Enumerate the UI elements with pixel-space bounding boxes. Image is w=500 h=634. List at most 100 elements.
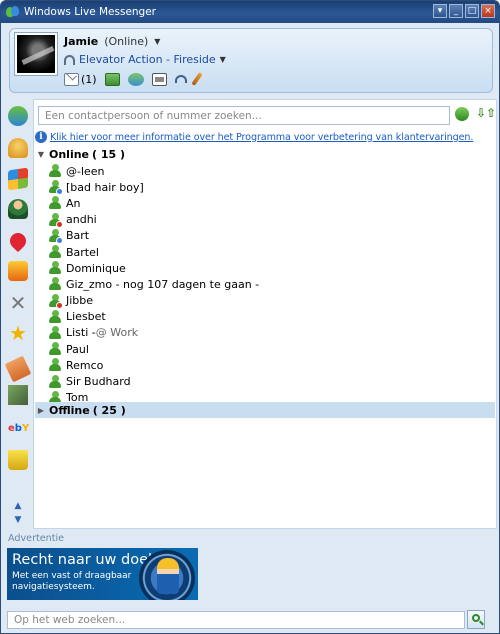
buddy-status-icon bbox=[48, 358, 62, 372]
contact-name: Jibbe bbox=[66, 294, 94, 308]
ad-label: Advertentie bbox=[8, 533, 65, 544]
buddy-status-icon bbox=[48, 180, 63, 196]
online-status: (Online) bbox=[104, 35, 149, 48]
buddy-status-icon bbox=[48, 342, 62, 356]
contact-row[interactable]: Liesbet bbox=[34, 309, 494, 325]
contact-name: Bartel bbox=[66, 245, 99, 259]
phone-icon[interactable] bbox=[174, 75, 187, 83]
contact-row[interactable]: Bartel bbox=[34, 244, 494, 260]
ad-headline: Recht naar uw doel. bbox=[12, 552, 157, 568]
personal-message[interactable]: Elevator Action - Fireside ▼ bbox=[64, 53, 226, 66]
info-icon: i bbox=[35, 131, 47, 143]
group-count: ( 25 ) bbox=[92, 403, 126, 417]
alerts-bell-icon[interactable] bbox=[8, 138, 28, 158]
ebay-icon[interactable]: ebY bbox=[8, 419, 29, 439]
paintbrush-icon[interactable] bbox=[190, 72, 203, 86]
contact-name: Giz_zmo - nog 107 dagen te gaan - bbox=[66, 277, 260, 291]
away-badge-icon bbox=[56, 188, 63, 196]
contact-row[interactable]: andhi bbox=[34, 212, 494, 228]
ad-banner[interactable]: Recht naar uw doel. Met een vast of draa… bbox=[7, 548, 198, 600]
title-bar[interactable]: Windows Live Messenger ▾ _ □ × bbox=[1, 1, 499, 23]
shopping-bag-icon[interactable] bbox=[8, 450, 28, 470]
busy-badge-icon bbox=[56, 301, 63, 309]
buddy-tab-icon[interactable] bbox=[8, 199, 28, 219]
away-badge-icon bbox=[56, 236, 63, 244]
contact-name: andhi bbox=[66, 213, 97, 227]
web-search-button[interactable] bbox=[467, 610, 485, 629]
sort-contacts-button[interactable]: ⇩⇧ bbox=[476, 106, 496, 120]
group-online[interactable]: ▼ Online ( 15 ) bbox=[35, 146, 495, 162]
contact-list-pane: ⇩⇧ i Klik hier voor meer informatie over… bbox=[33, 99, 497, 529]
tab-sidebar: ✕ ★ ebY ▲ ▼ bbox=[2, 101, 32, 531]
tiki-mask-icon[interactable] bbox=[8, 261, 28, 281]
scroll-down-icon[interactable]: ▼ bbox=[8, 515, 28, 525]
contact-name: An bbox=[66, 196, 81, 210]
status-selector[interactable]: Jamie (Online) ▼ bbox=[64, 35, 160, 48]
contact-row[interactable]: Paul bbox=[34, 341, 494, 357]
contact-name: Paul bbox=[66, 342, 89, 356]
calendar-icon[interactable] bbox=[151, 72, 167, 86]
contact-row[interactable]: Sir Budhard bbox=[34, 373, 494, 389]
contact-name: Sir Budhard bbox=[66, 375, 131, 389]
mail-icon[interactable] bbox=[64, 72, 79, 86]
mail-count[interactable]: (1) bbox=[81, 73, 97, 86]
contact-row[interactable]: Bart bbox=[34, 228, 494, 244]
contact-search-input[interactable] bbox=[38, 106, 450, 125]
buddy-status-icon bbox=[48, 374, 62, 389]
buddy-status-icon bbox=[48, 228, 63, 244]
buddy-status-icon bbox=[48, 277, 62, 291]
buddy-status-icon bbox=[48, 245, 62, 259]
group-offline[interactable]: ▶ Offline ( 25 ) bbox=[35, 402, 495, 418]
window-title: Windows Live Messenger bbox=[24, 6, 157, 18]
contact-row[interactable]: [bad hair boy] bbox=[34, 179, 494, 196]
window-controls: ▾ _ □ × bbox=[433, 4, 495, 18]
contact-name: Liesbet bbox=[66, 310, 106, 324]
star-icon[interactable]: ★ bbox=[8, 323, 28, 343]
contact-name: @-leen bbox=[66, 164, 105, 178]
contact-row[interactable]: Jibbe bbox=[34, 293, 494, 309]
contact-name: Remco bbox=[66, 358, 104, 372]
contact-name: Bart bbox=[66, 229, 90, 243]
avatar[interactable] bbox=[14, 32, 58, 76]
display-name: Jamie bbox=[64, 35, 99, 48]
add-contact-button[interactable] bbox=[455, 107, 469, 121]
now-playing-text: Elevator Action - Fireside bbox=[79, 53, 216, 66]
buddy-status-icon bbox=[48, 293, 63, 309]
contact-name: [bad hair boy] bbox=[66, 180, 144, 194]
online-contacts: @-leen [bad hair boy] An andhi Bart Bartel Dom… bbox=[34, 163, 494, 406]
buddy-status-icon bbox=[48, 164, 62, 178]
scroll-up-icon[interactable]: ▲ bbox=[8, 501, 28, 511]
group-name: Offline bbox=[49, 403, 90, 417]
x-tab-icon[interactable]: ✕ bbox=[8, 293, 28, 313]
contact-row[interactable]: Remco bbox=[34, 357, 494, 373]
road-icon[interactable] bbox=[8, 385, 28, 405]
add-contact-icon[interactable] bbox=[8, 106, 28, 126]
chevron-down-icon: ▼ bbox=[37, 149, 45, 159]
maximize-button[interactable]: □ bbox=[465, 4, 479, 18]
busy-badge-icon bbox=[56, 220, 63, 228]
contact-row[interactable]: An bbox=[34, 195, 494, 211]
close-button[interactable]: × bbox=[481, 4, 495, 18]
buddy-status-icon bbox=[48, 309, 62, 324]
contact-row[interactable]: Dominique bbox=[34, 260, 494, 276]
contact-row[interactable]: Giz_zmo - nog 107 dagen te gaan - bbox=[34, 276, 494, 292]
ad-subline: Met een vast of draagbaar navigatiesyste… bbox=[12, 571, 132, 592]
menu-button[interactable]: ▾ bbox=[433, 4, 447, 18]
contact-row[interactable]: @-leen bbox=[34, 163, 494, 179]
minimize-button[interactable]: _ bbox=[449, 4, 463, 18]
web-search-input[interactable] bbox=[7, 611, 465, 629]
contact-name: Listi - bbox=[66, 326, 96, 340]
spaces-icon[interactable] bbox=[127, 72, 144, 86]
profile-header: Jamie (Online) ▼ Elevator Action - Fires… bbox=[9, 28, 493, 93]
windows-live-icon[interactable] bbox=[8, 167, 28, 191]
ticket-icon[interactable] bbox=[4, 355, 32, 383]
contact-row[interactable]: Listi - @ Work bbox=[34, 325, 494, 341]
heart-icon[interactable] bbox=[6, 229, 30, 253]
group-count: ( 15 ) bbox=[92, 147, 126, 161]
buddy-status-icon bbox=[48, 325, 62, 340]
chevron-down-icon: ▼ bbox=[219, 55, 226, 64]
improvement-program-link[interactable]: Klik hier voor meer informatie over het … bbox=[50, 132, 473, 143]
ad-character bbox=[157, 558, 179, 594]
info-banner[interactable]: i Klik hier voor meer informatie over he… bbox=[34, 130, 496, 144]
shared-folder-icon[interactable] bbox=[104, 72, 120, 86]
